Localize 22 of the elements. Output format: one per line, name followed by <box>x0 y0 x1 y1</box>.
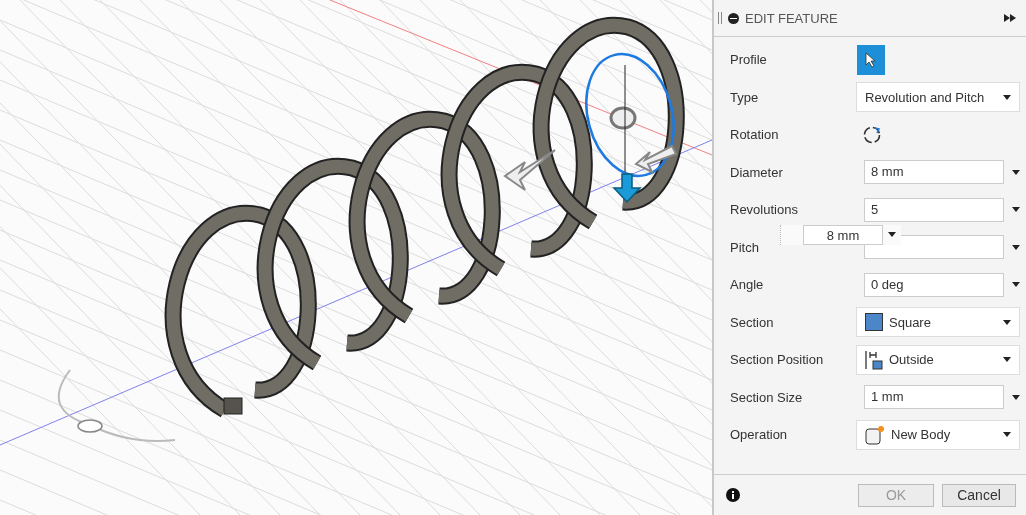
input-field[interactable]: 1 mm <box>864 385 1004 410</box>
panel-title: EDIT FEATURE <box>745 10 839 26</box>
dropdown[interactable]: Revolution and Pitch <box>856 82 1020 113</box>
input-field[interactable]: 0 deg <box>864 272 1004 297</box>
field-label: Profile <box>729 52 768 68</box>
input-field[interactable]: 8 mm <box>864 160 1004 185</box>
field-label: Section <box>729 314 775 330</box>
field-label: Section Position <box>729 352 825 368</box>
field-label: Type <box>729 89 760 105</box>
cancel-button[interactable]: Cancel <box>942 483 1016 507</box>
dropdown[interactable]: New Body <box>856 419 1020 450</box>
field-label: Rotation <box>729 127 780 143</box>
field-label: Angle <box>729 277 765 293</box>
field-label: Section Size <box>729 389 804 405</box>
dropdown[interactable]: Outside <box>856 344 1020 375</box>
input-field[interactable]: 8 mm <box>803 224 883 245</box>
input-field[interactable]: 5 <box>864 197 1004 222</box>
dropdown[interactable]: Square <box>856 307 1020 338</box>
field-label: Pitch <box>729 239 760 255</box>
field-label: Diameter <box>729 164 784 180</box>
field-label: Revolutions <box>729 202 799 218</box>
field-label: Operation <box>729 427 789 443</box>
